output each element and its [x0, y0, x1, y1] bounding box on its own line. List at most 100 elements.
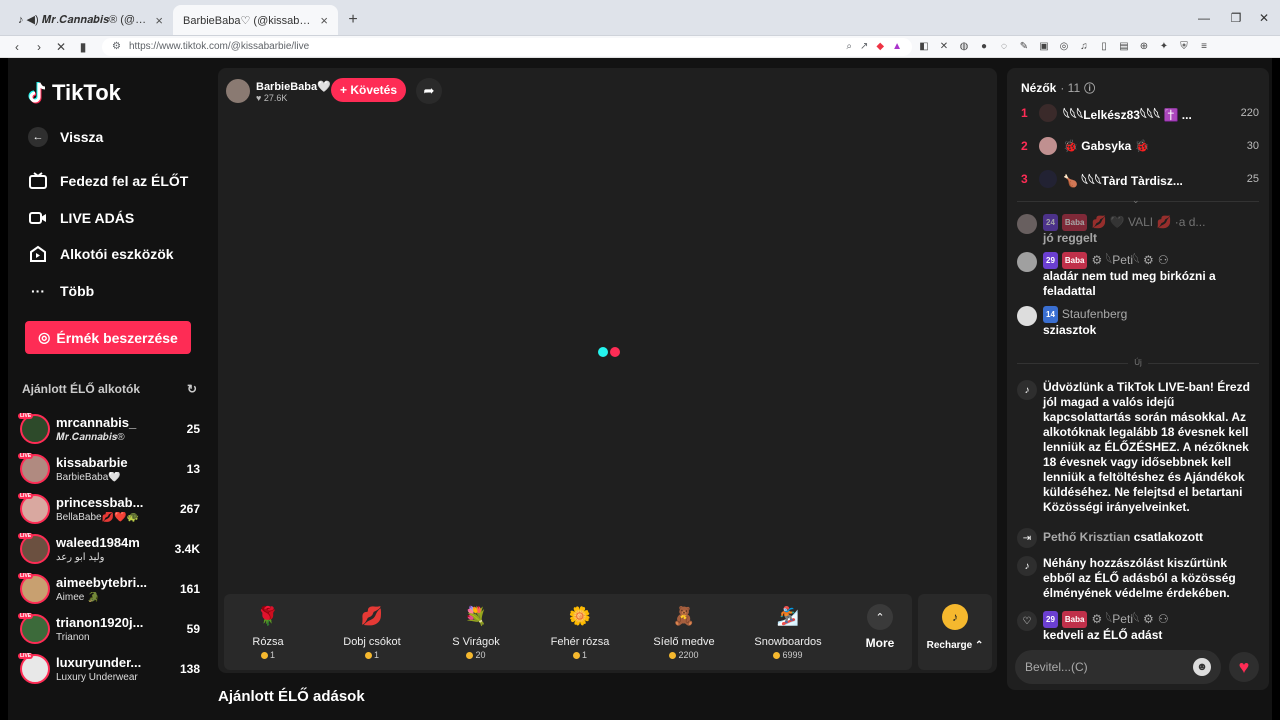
viewer-count: 25	[186, 422, 200, 436]
viewer-count: 267	[179, 502, 200, 516]
refresh-icon[interactable]: ↻	[187, 382, 197, 396]
site-settings-icon[interactable]: ⚙	[112, 41, 121, 52]
coin-icon	[669, 652, 677, 660]
avatar	[1039, 137, 1057, 155]
recharge-button[interactable]: ♪ Recharge ⌃	[918, 594, 992, 670]
creator-item[interactable]: LIVE waleed1984m وليد ابو رعد 3.4K	[18, 531, 200, 567]
creator-item[interactable]: LIVE aimeebytebri... Aimee 🐊 161	[18, 571, 200, 607]
extension-icon[interactable]: ◌	[996, 39, 1012, 55]
level-badge: 24	[1043, 214, 1058, 231]
gift-item[interactable]: 💋 Dobj csókot 1	[324, 600, 420, 661]
nav-live-broadcast[interactable]: LIVE ADÁS	[28, 208, 134, 228]
gift-price: 20	[428, 650, 524, 660]
minimize-icon[interactable]: —	[1188, 0, 1220, 36]
gift-item[interactable]: 🌹 Rózsa 1	[220, 600, 316, 661]
ai-icon[interactable]: ✦	[1156, 39, 1172, 55]
gift-name: Fehér rózsa	[550, 636, 610, 648]
viewer-score: 220	[1240, 107, 1259, 119]
expand-icon[interactable]: ⌄	[1132, 195, 1140, 206]
chat-message[interactable]: 14 Staufenberg sziasztok	[1017, 306, 1259, 338]
tiktok-logo[interactable]: TikTok	[28, 80, 121, 106]
browser-tab-1[interactable]: ♪ ◀) 𝑴𝒓.𝑪𝒂𝒏𝒏𝒂𝒃𝒊𝒔® (@mrcannabi ×	[8, 5, 173, 35]
top-viewer-row[interactable]: 2 🐞 Gabsyka 🐞 30	[1021, 134, 1259, 158]
top-viewer-row[interactable]: 3 🍗 𓆩𓆩𓆩Tàrd Tàrdisz... 25	[1021, 167, 1259, 191]
live-badge: LIVE	[18, 573, 34, 579]
close-tab-icon[interactable]: ×	[155, 13, 163, 28]
nav-label: Alkotói eszközök	[60, 246, 174, 262]
creator-nickname: BellaBabe💋❤️🐢	[56, 512, 139, 523]
follow-button[interactable]: + Követés	[331, 78, 406, 102]
nav-label: Fedezd fel az ÉLŐT	[60, 173, 189, 189]
creator-item[interactable]: LIVE princessbab... BellaBabe💋❤️🐢 267	[18, 491, 200, 527]
tiktok-page: TikTok ← Vissza Fedezd fel az ÉLŐT LIVE …	[8, 58, 1272, 720]
zoom-icon[interactable]: ⌕	[846, 41, 852, 52]
extension-icon[interactable]: ✎	[1016, 39, 1032, 55]
more-gifts-button[interactable]: ⌃ More	[852, 604, 908, 650]
get-coins-button[interactable]: ◎ Érmék beszerzése	[25, 321, 191, 354]
creator-nickname: BarbieBaba🤍	[56, 472, 121, 483]
nav-creator-tools[interactable]: Alkotói eszközök	[28, 244, 174, 264]
viewer-count: 161	[179, 582, 200, 596]
chat-message[interactable]: 29 Baba ⚙ 𓆩Peti𓆩 ⚙ ⚇ aladár nem tud meg bir…	[1017, 252, 1259, 299]
stop-icon[interactable]: ✕	[52, 38, 70, 56]
like-heart-button[interactable]: ♥	[1229, 652, 1259, 682]
sidebar-icon[interactable]: ▯	[1096, 39, 1112, 55]
share-icon[interactable]: ➦	[416, 78, 442, 104]
extension-icon[interactable]: ◎	[1056, 39, 1072, 55]
system-message: ♪ Néhány hozzászólást kiszűrtünk ebből a…	[1017, 556, 1259, 601]
wallet-icon[interactable]: ▤	[1116, 39, 1132, 55]
creator-item[interactable]: LIVE luxuryunder... Luxury Underwear 138	[18, 651, 200, 687]
extension-icon[interactable]: ◍	[956, 39, 972, 55]
creator-item[interactable]: LIVE trianon1920j... Trianon 59	[18, 611, 200, 647]
info-icon[interactable]: ⓘ	[1084, 80, 1095, 96]
gift-item[interactable]: 🌼 Fehér rózsa 1	[532, 600, 628, 661]
creator-name: aimeebytebri...	[56, 575, 148, 590]
extension-icon[interactable]: ✕	[936, 39, 952, 55]
viewer-rank: 3	[1021, 172, 1028, 186]
chat-message[interactable]: 24 Baba 💋 🖤 VALI 💋 ·a d... jó reggelt	[1017, 214, 1259, 246]
browser-tab-2[interactable]: BarbieBaba♡ (@kissabarbie) É ×	[173, 5, 338, 35]
viewer-score: 30	[1246, 140, 1259, 152]
extension-icon[interactable]: ◧	[916, 39, 932, 55]
new-tab-button[interactable]: +	[338, 5, 368, 35]
left-nav: TikTok ← Vissza Fedezd fel az ÉLŐT LIVE …	[8, 58, 211, 720]
chat-input[interactable]: Bevitel...(C) ☻	[1015, 650, 1221, 684]
join-username[interactable]: Pethő Krisztian	[1043, 530, 1130, 544]
system-text: Néhány hozzászólást kiszűrtünk ebből az …	[1043, 556, 1236, 600]
viewer-name: 🍗 𓆩𓆩𓆩Tàrd Tàrdisz...	[1063, 174, 1183, 188]
gift-item[interactable]: 🏂 Snowboardos 6999	[740, 600, 836, 661]
address-bar[interactable]: ⚙ https://www.tiktok.com/@kissabarbie/li…	[102, 37, 912, 56]
avatar	[1017, 214, 1037, 234]
live-stream-player[interactable]: BarbieBaba🤍 ♥ 27.6K + Követés ➦ 🌹 Rózsa …	[218, 68, 997, 673]
creator-item[interactable]: LIVE mrcannabis_ 𝑴𝒓.𝑪𝒂𝒏𝒏𝒂𝒃𝒊𝒔® 25	[18, 411, 200, 447]
creator-name: trianon1920j...	[56, 615, 144, 630]
close-window-icon[interactable]: ✕	[1248, 0, 1280, 36]
extension-icon[interactable]: ▣	[1036, 39, 1052, 55]
gift-item[interactable]: 🧸 Síelő medve 2200	[636, 600, 732, 661]
brave-shield-icon[interactable]: ◆	[876, 41, 884, 52]
share-icon[interactable]: ↗	[860, 41, 868, 52]
host-avatar[interactable]	[226, 79, 250, 103]
play-house-icon	[28, 244, 48, 264]
vpn-icon[interactable]: ⊕	[1136, 39, 1152, 55]
gift-item[interactable]: 💐 S Virágok 20	[428, 600, 524, 661]
rewards-icon[interactable]: ▲	[892, 41, 902, 52]
nav-explore-live[interactable]: Fedezd fel az ÉLŐT	[28, 171, 188, 191]
rose-icon: 🌹	[256, 605, 280, 626]
menu-icon[interactable]: ≡	[1196, 39, 1212, 55]
nav-more[interactable]: ··· Több	[28, 281, 94, 301]
extension-icon[interactable]: ●	[976, 39, 992, 55]
top-viewer-row[interactable]: 1 𓆩𓆩𓆩Lelkész83𓆩𓆩𓆩 ✝️ ... 220	[1021, 101, 1259, 125]
forward-icon[interactable]: ›	[30, 38, 48, 56]
viewers-header[interactable]: Nézők · 11 ⓘ	[1021, 80, 1095, 96]
kiss-lips-icon: 💋	[360, 605, 384, 626]
new-messages-label: Új	[1017, 358, 1259, 367]
creator-item[interactable]: LIVE kissabarbie BarbieBaba🤍 13	[18, 451, 200, 487]
back-icon[interactable]: ‹	[8, 38, 26, 56]
emoji-icon[interactable]: ☻	[1193, 658, 1211, 676]
close-tab-icon[interactable]: ×	[320, 13, 328, 28]
bookmark-icon[interactable]: ▮	[74, 38, 92, 56]
back-link[interactable]: ← Vissza	[28, 127, 103, 147]
music-icon[interactable]: ♫	[1076, 39, 1092, 55]
shield-icon[interactable]: ⛨	[1176, 39, 1192, 55]
